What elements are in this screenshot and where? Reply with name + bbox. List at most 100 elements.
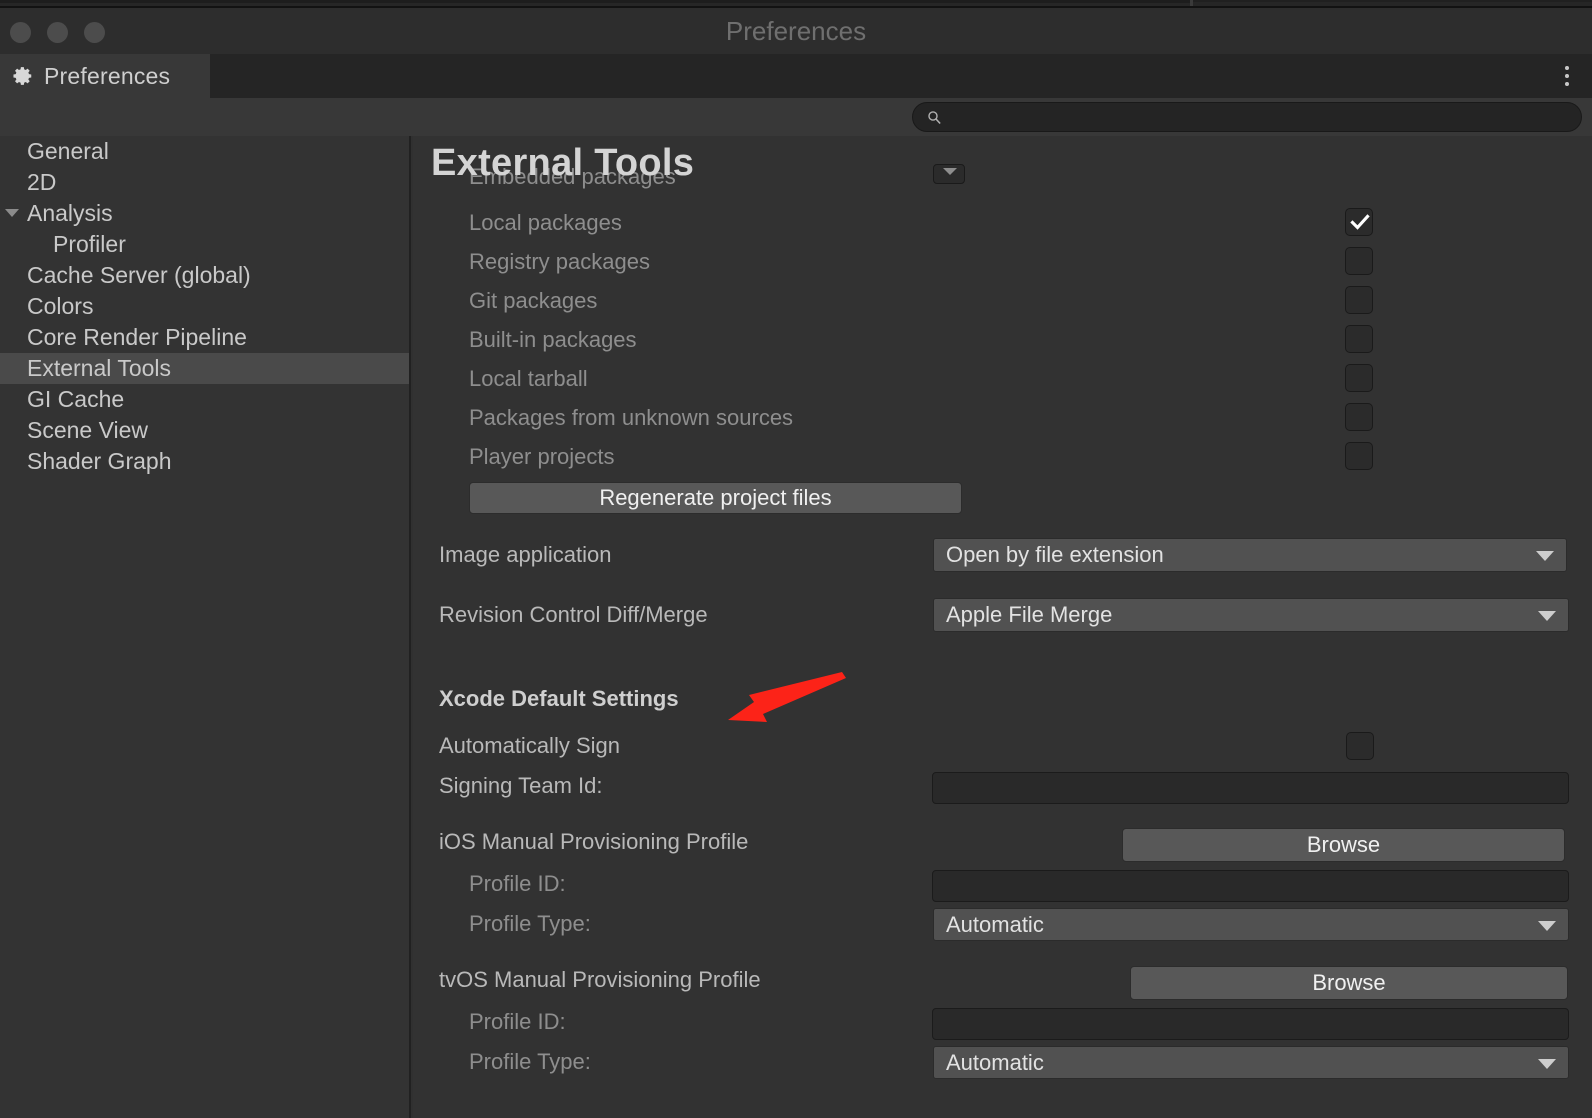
gear-icon: [12, 65, 34, 87]
dropdown-tvos-profile-type[interactable]: Automatic: [933, 1046, 1569, 1079]
sidebar-item-label: External Tools: [27, 355, 172, 381]
button-label: Browse: [1306, 832, 1381, 857]
dropdown-value: Apple File Merge: [946, 602, 1113, 627]
browse-button-ios[interactable]: Browse: [1122, 828, 1565, 862]
label-local-tarball: Local tarball: [469, 366, 588, 391]
window-maximize-button[interactable]: [84, 22, 105, 43]
kebab-menu-icon[interactable]: [1554, 63, 1580, 89]
sidebar-item-label: Shader Graph: [27, 448, 172, 474]
tab-strip: Preferences: [0, 54, 1592, 98]
sidebar-item-label: Cache Server (global): [27, 262, 251, 288]
chevron-down-icon[interactable]: [5, 209, 19, 217]
tvos-profile-id-field[interactable]: [932, 1008, 1569, 1040]
dropdown-value: Open by file extension: [946, 542, 1164, 567]
sidebar-item-label: Scene View: [27, 417, 149, 443]
page-title: External Tools: [431, 142, 695, 184]
ios-profile-id-input[interactable]: [933, 871, 1568, 901]
checkbox-local-tarball[interactable]: [1345, 364, 1373, 392]
tab-preferences[interactable]: Preferences: [0, 54, 210, 98]
tvos-profile-id-input[interactable]: [933, 1009, 1568, 1039]
label-local-packages: Local packages: [469, 210, 622, 235]
dropdown-revision-control[interactable]: Apple File Merge: [933, 598, 1569, 632]
regenerate-project-files-button[interactable]: Regenerate project files: [469, 482, 962, 514]
sidebar-item-cache-server[interactable]: Cache Server (global): [0, 260, 411, 291]
bg-seam-right: [1190, 0, 1592, 2]
label-ios-profile-type: Profile Type:: [469, 911, 591, 936]
checkbox-local-packages[interactable]: [1345, 208, 1373, 236]
label-git-packages: Git packages: [469, 288, 598, 313]
sidebar-item-general[interactable]: General: [0, 136, 411, 167]
label-image-application: Image application: [439, 542, 612, 567]
chevron-down-icon: [1538, 920, 1556, 931]
sidebar-item-label: Profiler: [53, 231, 126, 257]
chevron-down-icon: [1536, 551, 1554, 561]
checkbox-built-in-packages[interactable]: [1345, 325, 1373, 353]
clipped-row-dropdown[interactable]: [933, 164, 965, 184]
window-titlebar: Preferences: [0, 8, 1592, 54]
panel-bottom-padding: [413, 1092, 1592, 1118]
chevron-down-icon: [1538, 1058, 1556, 1069]
bg-seam-left: [0, 0, 1190, 3]
sidebar-item-shader-graph[interactable]: Shader Graph: [0, 446, 411, 477]
chevron-down-icon: [943, 168, 957, 175]
preferences-window: Preferences Preferences General 2D Analy…: [0, 8, 1592, 1118]
sidebar-item-label: General: [27, 138, 109, 164]
dropdown-value: Automatic: [946, 911, 1044, 937]
label-ios-profile-id: Profile ID:: [469, 871, 566, 896]
sidebar-item-2d[interactable]: 2D: [0, 167, 411, 198]
button-label: Browse: [1312, 970, 1386, 995]
checkbox-git-packages[interactable]: [1345, 286, 1373, 314]
ios-profile-id-field[interactable]: [932, 870, 1569, 902]
label-player-projects: Player projects: [469, 444, 615, 469]
search-field[interactable]: [912, 102, 1582, 132]
label-tvos-profile-id: Profile ID:: [469, 1009, 566, 1034]
sidebar-item-label: Colors: [27, 293, 94, 319]
label-packages-unknown-sources: Packages from unknown sources: [469, 405, 794, 430]
label-tvos-profile-type: Profile Type:: [469, 1049, 591, 1074]
sidebar-item-label: 2D: [27, 169, 57, 195]
search-input[interactable]: [950, 107, 1540, 127]
label-built-in-packages: Built-in packages: [469, 327, 637, 352]
sidebar-item-label: Core Render Pipeline: [27, 324, 247, 350]
window-title: Preferences: [725, 16, 867, 46]
chevron-down-icon: [1538, 611, 1556, 621]
window-minimize-button[interactable]: [47, 22, 68, 43]
kebab-dot-2: [1565, 74, 1569, 78]
sidebar-item-gi-cache[interactable]: GI Cache: [0, 384, 411, 415]
sidebar-item-colors[interactable]: Colors: [0, 291, 411, 322]
checkbox-registry-packages[interactable]: [1345, 247, 1373, 275]
sidebar-item-external-tools[interactable]: External Tools: [0, 353, 411, 384]
checkbox-automatically-sign[interactable]: [1346, 732, 1374, 760]
heading-ios-manual-provisioning-profile: iOS Manual Provisioning Profile: [439, 829, 749, 854]
label-registry-packages: Registry packages: [469, 249, 650, 274]
sidebar-item-label: GI Cache: [27, 386, 125, 412]
search-row: [0, 98, 1592, 136]
signing-team-id-field[interactable]: [932, 772, 1569, 804]
heading-tvos-manual-provisioning-profile: tvOS Manual Provisioning Profile: [439, 967, 761, 992]
dropdown-image-application[interactable]: Open by file extension: [933, 538, 1567, 572]
label-signing-team-id: Signing Team Id:: [439, 773, 603, 798]
signing-team-id-input[interactable]: [933, 773, 1568, 803]
label-automatically-sign: Automatically Sign: [439, 733, 620, 758]
checkbox-packages-unknown-sources[interactable]: [1345, 403, 1373, 431]
button-label: Regenerate project files: [599, 485, 832, 510]
sidebar-item-analysis[interactable]: Analysis: [0, 198, 411, 229]
sidebar-divider: [409, 136, 411, 1118]
external-tools-panel: Embedded packages External Tools Local p…: [413, 136, 1592, 1118]
kebab-dot-1: [1565, 66, 1569, 70]
kebab-dot-3: [1565, 82, 1569, 86]
background-window-sliver: [0, 0, 1592, 8]
sidebar-item-scene-view[interactable]: Scene View: [0, 415, 411, 446]
browse-button-tvos[interactable]: Browse: [1130, 966, 1568, 1000]
check-icon: [1350, 214, 1370, 230]
sidebar-item-core-render-pipeline[interactable]: Core Render Pipeline: [0, 322, 411, 353]
sidebar-item-label: Analysis: [27, 200, 113, 226]
search-icon: [927, 110, 942, 125]
sidebar-item-profiler[interactable]: Profiler: [0, 229, 411, 260]
window-close-button[interactable]: [10, 22, 31, 43]
label-revision-control: Revision Control Diff/Merge: [439, 602, 708, 627]
checkbox-player-projects[interactable]: [1345, 442, 1373, 470]
section-heading-xcode-default-settings: Xcode Default Settings: [439, 686, 679, 711]
preferences-sidebar: General 2D Analysis Profiler Cache Serve…: [0, 136, 411, 1118]
dropdown-ios-profile-type[interactable]: Automatic: [933, 908, 1569, 941]
